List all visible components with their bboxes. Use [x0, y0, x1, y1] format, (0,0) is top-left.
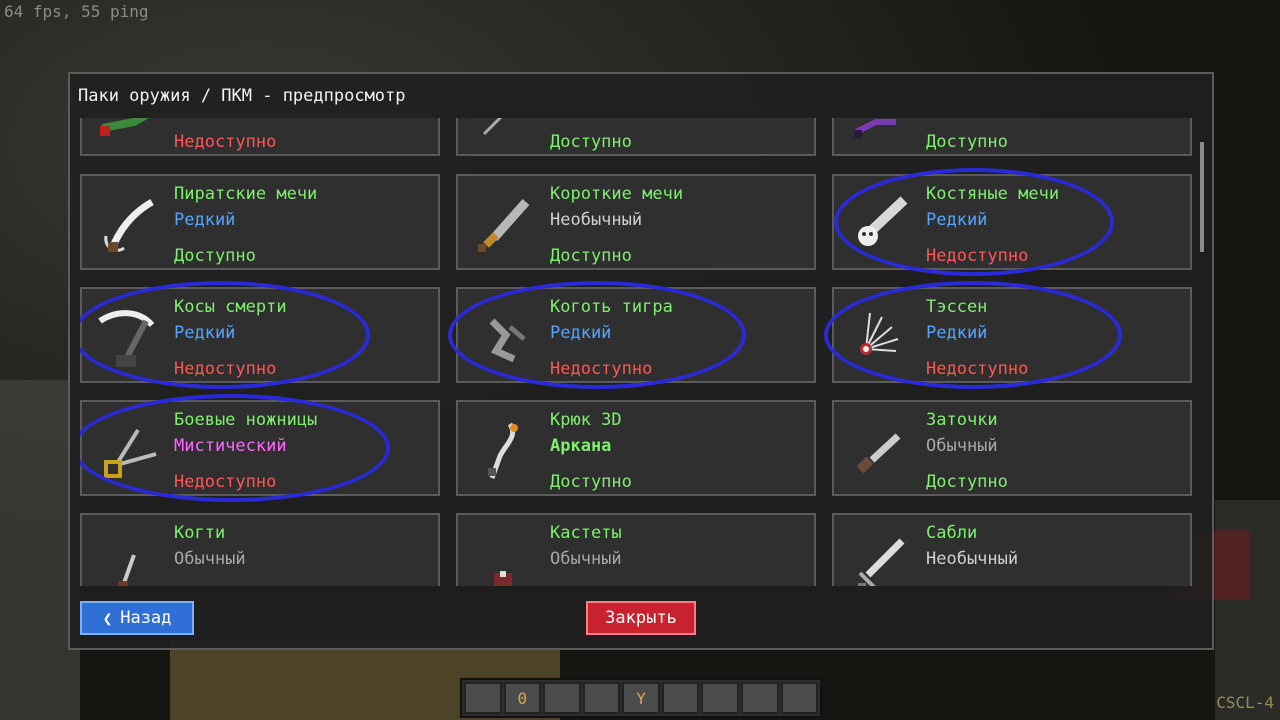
weapon-pack-card[interactable]: Недоступно	[80, 118, 440, 156]
tiger-claw-icon	[489, 318, 526, 363]
weapon-pack-status: Доступно	[174, 246, 256, 266]
shank-icon	[856, 433, 901, 474]
weapon-pack-card[interactable]: Крюк 3D Аркана Доступно	[456, 400, 816, 496]
weapon-pack-rarity: Обычный	[926, 436, 998, 456]
weapon-pack-name: Заточки	[926, 410, 998, 430]
weapon-pack-status: Доступно	[550, 132, 632, 152]
weapon-pack-status: Доступно	[926, 132, 1008, 152]
weapon-pack-name: Тэссен	[926, 297, 988, 317]
purple-weapon-icon	[854, 119, 896, 138]
weapon-pack-status: Недоступно	[550, 359, 653, 379]
weapon-pack-rarity: Необычный	[926, 549, 1019, 569]
weapon-pack-card[interactable]: Боевые ножницы Мистический Недоступно	[80, 400, 440, 496]
hotbar-slot[interactable]	[780, 682, 819, 714]
battle-scissors-icon	[104, 428, 157, 478]
weapon-pack-name: Коготь тигра	[550, 297, 673, 317]
weapon-pack-card[interactable]: Костяные мечи Редкий Недоступно	[832, 174, 1192, 270]
weapon-pack-name: Когти	[174, 523, 226, 543]
back-button-label: Назад	[120, 608, 172, 628]
weapon-pack-rarity: Необычный	[550, 210, 643, 230]
weapon-pack-card[interactable]: Когти Обычный	[80, 513, 440, 586]
hotbar-slot[interactable]	[661, 682, 700, 714]
weapon-pack-name: Короткие мечи	[550, 184, 684, 204]
weapon-pack-rarity: Мистический	[174, 436, 287, 456]
hook-icon	[488, 422, 518, 479]
modal-title: Паки оружия / ПКМ - предпросмотр	[78, 86, 406, 106]
weapon-pack-status: Недоступно	[174, 359, 277, 379]
weapon-pack-card[interactable]: Заточки Обычный Доступно	[832, 400, 1192, 496]
weapon-pack-status: Недоступно	[174, 132, 277, 152]
weapon-pack-card[interactable]: Коготь тигра Редкий Недоступно	[456, 287, 816, 383]
weapon-pack-status: Недоступно	[174, 472, 277, 492]
weapon-pack-card[interactable]: Короткие мечи Необычный Доступно	[456, 174, 816, 270]
weapon-pack-card[interactable]: Доступно	[832, 118, 1192, 156]
weapon-pack-card[interactable]: Доступно	[456, 118, 816, 156]
short-sword-icon	[478, 199, 530, 252]
weapon-pack-name: Косы смерти	[174, 297, 287, 317]
weapon-pack-status: Доступно	[550, 246, 632, 266]
weapon-pack-rarity: Редкий	[926, 210, 988, 230]
saber-icon	[858, 538, 905, 586]
weapon-pack-name: Крюк 3D	[550, 410, 622, 430]
hotbar-slot[interactable]	[701, 682, 739, 714]
weapon-packs-modal: Паки оружия / ПКМ - предпросмотр Недосту…	[68, 72, 1214, 650]
pirate-sword-icon	[104, 198, 154, 252]
hotbar-slot[interactable]	[464, 682, 502, 714]
bone-sword-icon	[858, 196, 908, 246]
weapon-pack-name: Сабли	[926, 523, 978, 543]
chevron-left-icon: ❮	[102, 608, 113, 628]
hotbar-slot[interactable]	[543, 682, 581, 714]
weapon-pack-card[interactable]: Пиратские мечи Редкий Доступно	[80, 174, 440, 270]
weapon-pack-rarity: Редкий	[926, 323, 988, 343]
weapon-pack-card[interactable]: Кастеты Обычный	[456, 513, 816, 586]
fps-counter: 64 fps, 55 ping	[4, 2, 149, 21]
close-button-label: Закрыть	[605, 608, 677, 628]
hotbar-slot[interactable]	[740, 682, 779, 714]
green-weapon-icon	[100, 118, 150, 136]
weapon-pack-card[interactable]: Косы смерти Редкий Недоступно	[80, 287, 440, 383]
weapon-pack-name: Пиратские мечи	[174, 184, 318, 204]
weapon-pack-rarity: Обычный	[550, 549, 622, 569]
weapon-pack-card[interactable]: Сабли Необычный	[832, 513, 1192, 586]
corner-label: CSCL-4	[1216, 693, 1274, 712]
weapon-pack-name: Кастеты	[550, 523, 622, 543]
hotbar: 0 Y	[460, 678, 822, 718]
back-button[interactable]: ❮ Назад	[80, 601, 194, 635]
thin-blade-icon	[482, 118, 503, 136]
weapon-pack-rarity: Редкий	[550, 323, 612, 343]
grid-scrollbar[interactable]	[1200, 142, 1204, 252]
claws-icon	[118, 554, 136, 586]
close-button[interactable]: Закрыть	[586, 601, 696, 635]
weapon-pack-status: Доступно	[926, 472, 1008, 492]
death-scythe-icon	[98, 310, 155, 367]
weapon-pack-name: Боевые ножницы	[174, 410, 318, 430]
weapon-pack-rarity: Аркана	[550, 436, 612, 456]
hotbar-slot[interactable]: Y	[622, 682, 660, 714]
weapon-pack-grid[interactable]: Недоступно Доступно Доступно Пиратские мечи…	[80, 118, 1194, 586]
hotbar-slot[interactable]	[582, 682, 621, 714]
tessen-fan-icon	[860, 312, 899, 355]
weapon-pack-rarity: Обычный	[174, 549, 246, 569]
weapon-pack-rarity: Редкий	[174, 323, 236, 343]
hotbar-slot[interactable]: 0	[503, 682, 542, 714]
weapon-pack-rarity: Редкий	[174, 210, 236, 230]
weapon-pack-card[interactable]: Тэссен Редкий Недоступно	[832, 287, 1192, 383]
weapon-pack-status: Доступно	[550, 472, 632, 492]
weapon-pack-status: Недоступно	[926, 359, 1029, 379]
weapon-pack-name: Костяные мечи	[926, 184, 1060, 204]
weapon-pack-status: Недоступно	[926, 246, 1029, 266]
brass-knuckles-icon	[494, 571, 512, 586]
